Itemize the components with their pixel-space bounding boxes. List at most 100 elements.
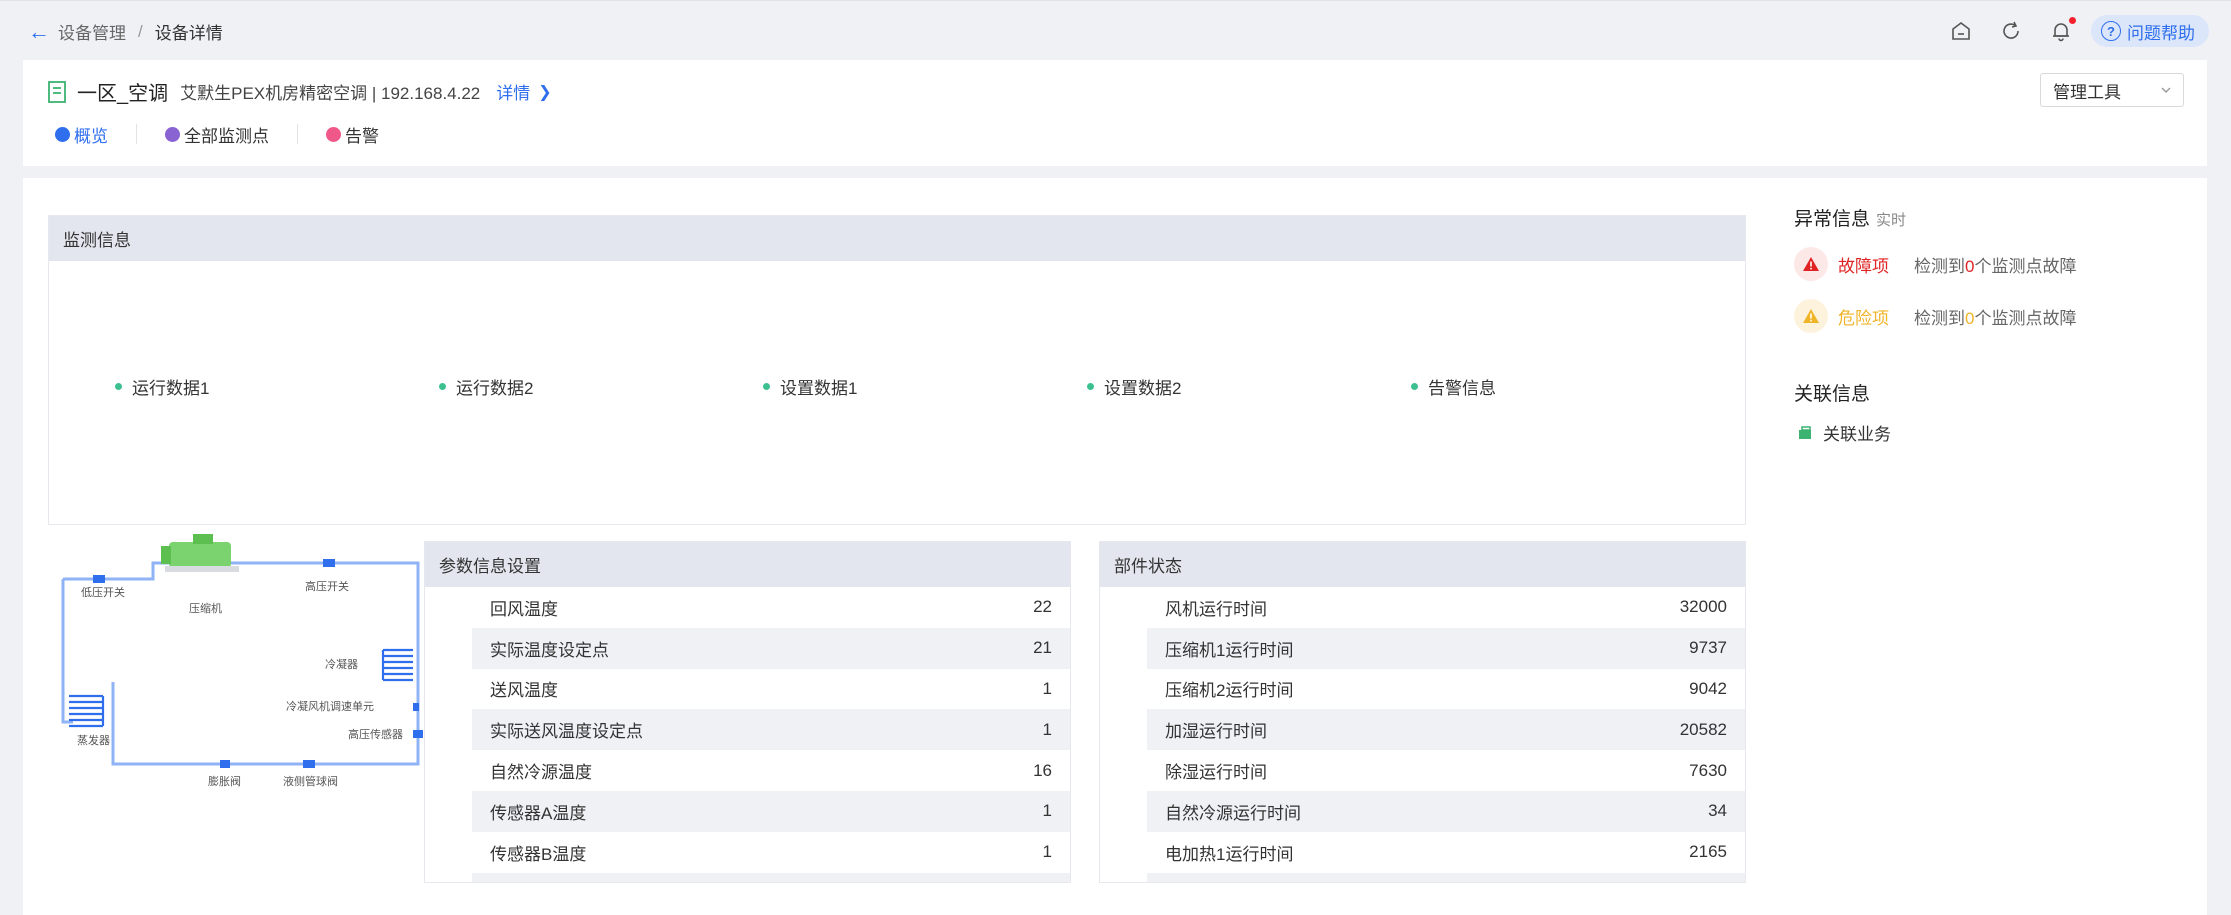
- monitor-item-label: 设置数据2: [1104, 379, 1182, 398]
- row-value: 7630: [1689, 760, 1727, 780]
- fault-label: 故障项: [1838, 256, 1889, 276]
- row-value: 21: [1033, 638, 1052, 658]
- params-panel-title: 参数信息设置: [425, 542, 1070, 587]
- monitor-item-label: 设置数据1: [780, 379, 858, 398]
- table-row: 回风温度 22: [472, 587, 1070, 628]
- monitor-item-label: 运行数据1: [132, 379, 210, 398]
- device-description: 艾默生PEX机房精密空调 | 192.168.4.22: [180, 84, 481, 103]
- expansion-valve-icon: [220, 760, 230, 768]
- monitor-item-label: 运行数据2: [456, 379, 534, 398]
- risk-label: 危险项: [1838, 308, 1889, 328]
- side-info: 异常信息 实时 故障项 检测到0个监测点故障 危险项 检测到0个监测点故障 关联信…: [1794, 204, 2194, 445]
- high-switch-icon: [323, 559, 335, 567]
- table-row: 传感器A温度 1: [472, 790, 1070, 832]
- device-header: 一区_空调 艾默生PEX机房精密空调 | 192.168.4.22 详情 ❯ 管…: [23, 60, 2207, 166]
- evaporator-coil-icon: [69, 694, 105, 728]
- breadcrumb-separator: /: [138, 21, 143, 41]
- row-value: 34: [1708, 801, 1727, 821]
- high-sensor-label: 高压传感器: [348, 727, 403, 741]
- table-row: 实际温度设定点 21: [472, 627, 1070, 669]
- tab-alarms[interactable]: 告警: [326, 124, 407, 146]
- low-switch-icon: [93, 575, 105, 583]
- row-value: 9737: [1689, 638, 1727, 658]
- refresh-icon[interactable]: [1999, 19, 2023, 43]
- parts-list: 风机运行时间 32000 压缩机1运行时间 9737 压缩机2运行时间 9042 加湿…: [1100, 587, 1745, 882]
- tab-all-points[interactable]: 全部监测点: [165, 124, 298, 146]
- help-label: 问题帮助: [2127, 23, 2195, 43]
- chevron-down-icon: [2161, 87, 2171, 93]
- table-row: 压缩机1运行时间 9737: [1147, 627, 1745, 669]
- monitor-item[interactable]: 设置数据1: [763, 374, 857, 399]
- fan-speed-label: 冷凝风机调速单元: [286, 699, 374, 713]
- alarm-icon: [326, 126, 341, 142]
- status-dot: [439, 383, 446, 390]
- overview-content: 监测信息 运行数据1 运行数据2 设置数据1 设置数据2 告警信息 异常信息 实时…: [23, 178, 2207, 915]
- params-panel: 参数信息设置 回风温度 22 实际温度设定点 21 送风温度 1 实际送风温度设定点 1…: [424, 541, 1071, 883]
- notification-bell-icon[interactable]: [2049, 17, 2076, 43]
- tab-overview[interactable]: 概览: [55, 124, 137, 146]
- tab-all-points-label: 全部监测点: [184, 126, 269, 146]
- abnormal-title-text: 异常信息: [1794, 209, 1871, 230]
- table-row: 电加热1运行时间 2165: [1147, 832, 1745, 873]
- related-business-link[interactable]: 关联业务: [1794, 420, 2194, 445]
- monitor-item[interactable]: 运行数据1: [115, 374, 209, 399]
- back-arrow-icon[interactable]: ←: [28, 20, 50, 42]
- device-tabs: 概览 全部监测点 告警: [55, 124, 435, 146]
- row-name: 加湿运行时间: [1165, 722, 1267, 742]
- warning-triangle-icon: [1794, 247, 1828, 281]
- points-icon: [165, 126, 180, 142]
- row-name: 实际温度设定点: [490, 640, 609, 660]
- row-name: 送风温度: [490, 681, 558, 701]
- row-name: 自然冷源运行时间: [1165, 803, 1301, 823]
- top-bar: ← 设备管理 / 设备详情 ? 问题帮助: [0, 0, 2231, 60]
- condenser-coil-icon: [381, 648, 413, 682]
- monitor-item[interactable]: 设置数据2: [1087, 374, 1181, 399]
- compressor-label: 压缩机: [189, 601, 222, 615]
- management-tools-value: 管理工具: [2053, 82, 2121, 102]
- chevron-right-icon: ❯: [538, 83, 552, 101]
- fan-speed-icon: [413, 703, 419, 711]
- table-row: 除湿运行时间 7630: [1147, 750, 1745, 791]
- row-name: 传感器A温度: [490, 803, 587, 823]
- realtime-tag: 实时: [1876, 212, 1907, 229]
- help-button[interactable]: ? 问题帮助: [2091, 15, 2209, 47]
- status-dot: [115, 383, 122, 390]
- breadcrumb-parent[interactable]: 设备管理: [58, 19, 126, 44]
- notification-badge: [2069, 17, 2076, 24]
- table-row: 实际送风温度设定点 1: [472, 709, 1070, 751]
- monitor-item[interactable]: 运行数据2: [439, 374, 533, 399]
- related-business-label: 关联业务: [1823, 425, 1891, 444]
- parts-panel: 部件状态 风机运行时间 32000 压缩机1运行时间 9737 压缩机2运行时间 90…: [1099, 541, 1746, 883]
- abnormal-title: 异常信息 实时: [1794, 204, 2194, 231]
- home-icon[interactable]: [1949, 19, 1973, 43]
- row-name: 实际送风温度设定点: [490, 722, 643, 742]
- risk-row: 危险项 检测到0个监测点故障: [1794, 299, 2194, 333]
- row-value: 2165: [1689, 842, 1727, 862]
- monitor-item[interactable]: 告警信息: [1411, 374, 1496, 399]
- breadcrumb-current: 设备详情: [154, 24, 223, 43]
- management-tools-select[interactable]: 管理工具: [2040, 73, 2184, 107]
- row-value: 1: [1042, 801, 1052, 821]
- tab-alarms-label: 告警: [345, 126, 379, 146]
- params-list: 回风温度 22 实际温度设定点 21 送风温度 1 实际送风温度设定点 1 自然冷源温度…: [425, 587, 1070, 882]
- condenser-label: 冷凝器: [325, 657, 358, 671]
- table-row: 送风温度 1: [472, 669, 1070, 710]
- low-switch-label: 低压开关: [81, 585, 125, 599]
- row-value: 1: [1042, 719, 1052, 739]
- question-icon: ?: [2101, 21, 2121, 41]
- device-title-row: 一区_空调 艾默生PEX机房精密空调 | 192.168.4.22 详情 ❯: [47, 77, 552, 106]
- row-value: 1: [1042, 842, 1052, 862]
- row-name: 压缩机2运行时间: [1165, 681, 1294, 701]
- liquid-valve-icon: [303, 760, 315, 768]
- business-icon: [1799, 425, 1811, 439]
- table-row: 压缩机2运行时间 9042: [1147, 669, 1745, 710]
- compressor-icon: [161, 534, 239, 572]
- status-dot: [1411, 383, 1418, 390]
- fault-prefix: 检测到: [1914, 256, 1965, 276]
- monitor-panel: 监测信息 运行数据1 运行数据2 设置数据1 设置数据2 告警信息: [48, 215, 1746, 525]
- row-value: 32000: [1679, 597, 1727, 617]
- status-dot: [763, 383, 770, 390]
- device-detail-link[interactable]: 详情 ❯: [496, 79, 551, 104]
- fault-suffix: 个监测点故障: [1974, 256, 2077, 276]
- breadcrumb: ← 设备管理 / 设备详情: [28, 19, 223, 44]
